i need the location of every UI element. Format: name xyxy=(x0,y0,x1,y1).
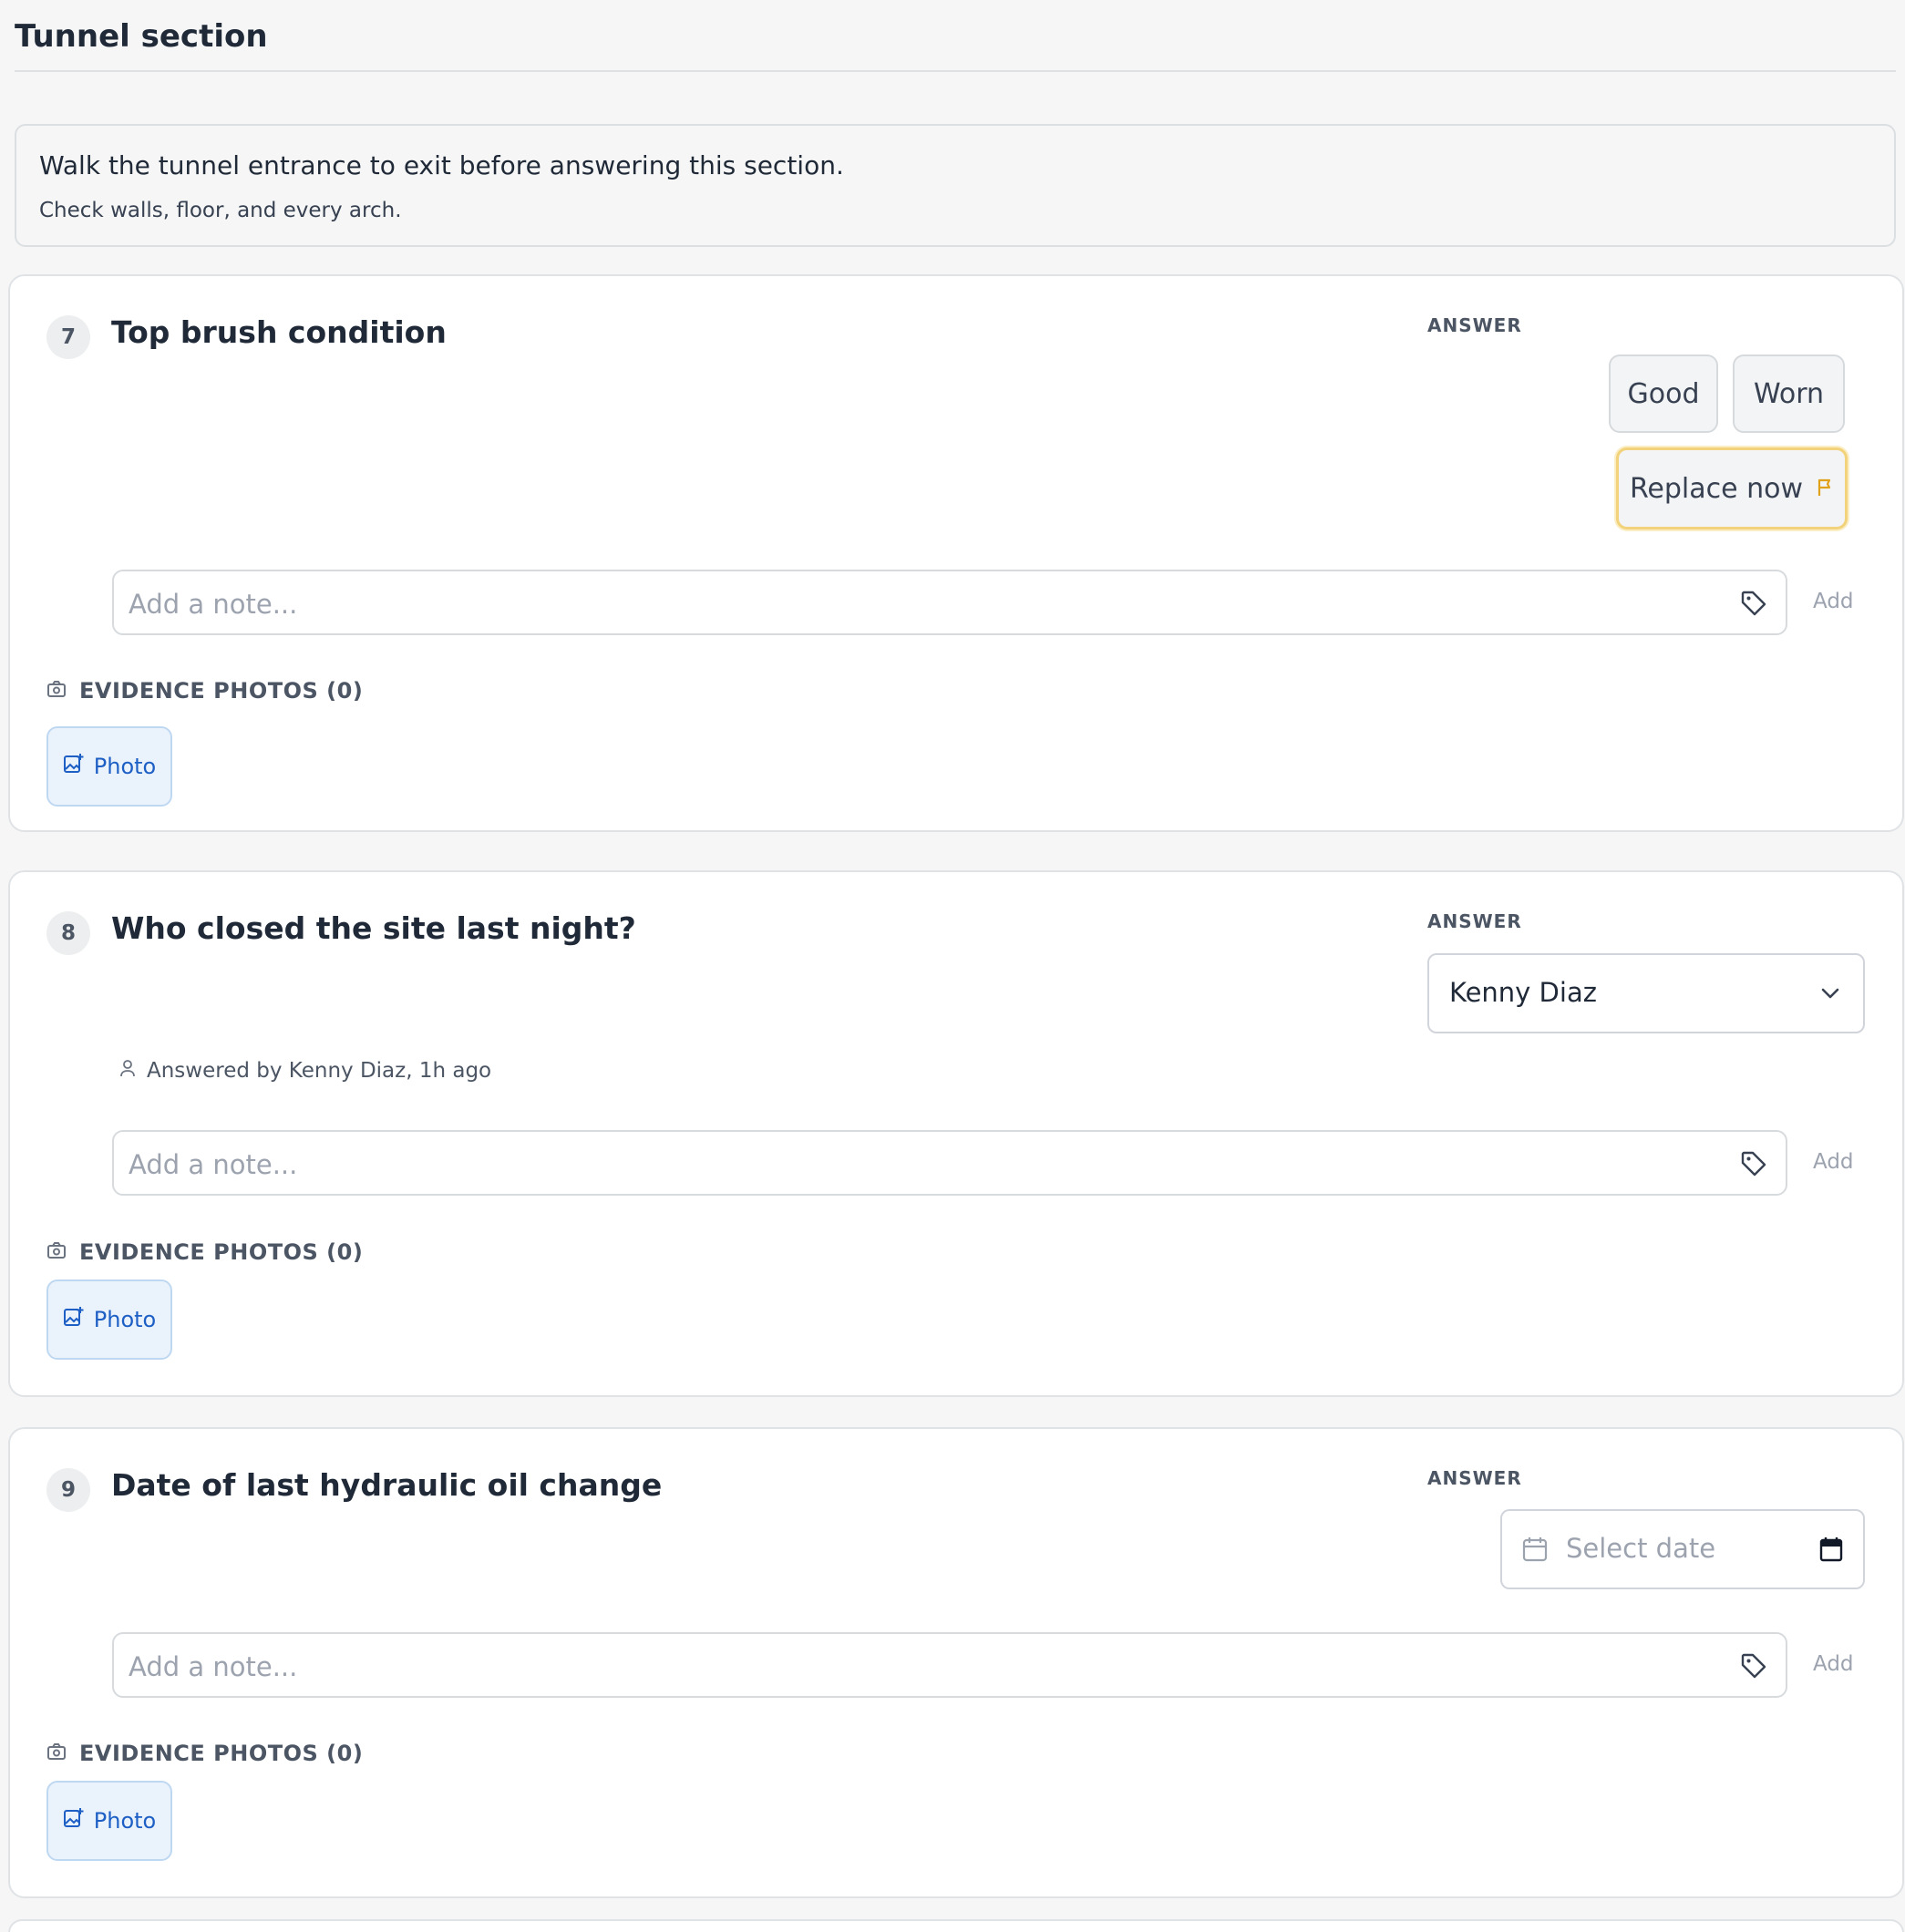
question-number: 9 xyxy=(46,1468,90,1512)
next-card-edge xyxy=(8,1919,1904,1932)
flag-icon xyxy=(1816,473,1834,505)
note-placeholder: Add a note... xyxy=(129,1651,298,1682)
chevron-down-icon xyxy=(1817,981,1843,1010)
question-title: Top brush condition xyxy=(111,314,447,350)
note-input[interactable]: Add a note... xyxy=(112,1130,1787,1196)
answered-by-text: Answered by Kenny Diaz, 1h ago xyxy=(147,1059,492,1083)
section-title: Tunnel section xyxy=(15,18,268,55)
option-worn-button[interactable]: Worn xyxy=(1733,355,1845,433)
tag-icon[interactable] xyxy=(1740,590,1767,621)
question-number: 7 xyxy=(46,315,90,359)
option-label: Replace now xyxy=(1629,472,1804,505)
instructions-main: Walk the tunnel entrance to exit before … xyxy=(39,150,844,180)
add-photo-button[interactable]: Photo xyxy=(46,1781,172,1861)
option-replace-now-button[interactable]: Replace now xyxy=(1616,447,1848,529)
question-title: Who closed the site last night? xyxy=(111,910,636,946)
note-placeholder: Add a note... xyxy=(129,589,298,620)
option-label: Worn xyxy=(1753,377,1825,410)
evidence-photos-label: EVIDENCE PHOTOS (0) xyxy=(79,678,364,704)
selected-value: Kenny Diaz xyxy=(1449,977,1597,1008)
date-placeholder: Select date xyxy=(1566,1533,1716,1564)
note-input[interactable]: Add a note... xyxy=(112,570,1787,635)
answered-by: Answered by Kenny Diaz, 1h ago xyxy=(119,1059,491,1083)
camera-icon xyxy=(46,1239,67,1265)
image-plus-icon xyxy=(63,753,85,780)
note-input[interactable]: Add a note... xyxy=(112,1632,1787,1698)
answer-label: ANSWER xyxy=(1427,910,1522,932)
photo-label: Photo xyxy=(93,1808,157,1834)
question-card-9: 9 Date of last hydraulic oil change ANSW… xyxy=(8,1427,1904,1898)
add-photo-button[interactable]: Photo xyxy=(46,1279,172,1360)
tag-icon[interactable] xyxy=(1740,1150,1767,1181)
question-number: 8 xyxy=(46,911,90,955)
camera-icon xyxy=(46,678,67,704)
tag-icon[interactable] xyxy=(1740,1652,1767,1683)
image-plus-icon xyxy=(63,1807,85,1834)
date-input[interactable]: Select date xyxy=(1500,1509,1865,1589)
question-card-8: 8 Who closed the site last night? ANSWER… xyxy=(8,870,1904,1397)
add-note-button[interactable]: Add xyxy=(1813,1150,1854,1174)
camera-icon xyxy=(46,1741,67,1766)
section-instructions: Walk the tunnel entrance to exit before … xyxy=(15,124,1896,247)
evidence-photos-header: EVIDENCE PHOTOS (0) xyxy=(46,1741,363,1766)
photo-label: Photo xyxy=(93,754,157,779)
photo-label: Photo xyxy=(93,1307,157,1332)
answer-select[interactable]: Kenny Diaz xyxy=(1427,953,1865,1033)
evidence-photos-label: EVIDENCE PHOTOS (0) xyxy=(79,1741,364,1766)
add-photo-button[interactable]: Photo xyxy=(46,726,172,807)
answer-label: ANSWER xyxy=(1427,314,1522,336)
instructions-sub: Check walls, floor, and every arch. xyxy=(39,199,402,222)
user-icon xyxy=(119,1059,136,1083)
option-good-button[interactable]: Good xyxy=(1609,355,1718,433)
question-title: Date of last hydraulic oil change xyxy=(111,1467,663,1503)
evidence-photos-header: EVIDENCE PHOTOS (0) xyxy=(46,1239,363,1265)
answer-label: ANSWER xyxy=(1427,1467,1522,1489)
calendar-icon xyxy=(1522,1536,1548,1567)
image-plus-icon xyxy=(63,1306,85,1333)
evidence-photos-label: EVIDENCE PHOTOS (0) xyxy=(79,1239,364,1265)
section-divider xyxy=(15,70,1896,72)
note-placeholder: Add a note... xyxy=(129,1149,298,1180)
option-label: Good xyxy=(1627,377,1700,410)
evidence-photos-header: EVIDENCE PHOTOS (0) xyxy=(46,678,363,704)
add-note-button[interactable]: Add xyxy=(1813,590,1854,613)
add-note-button[interactable]: Add xyxy=(1813,1652,1854,1676)
question-card-7: 7 Top brush condition ANSWER Good Worn R… xyxy=(8,274,1904,832)
calendar-picker-icon[interactable] xyxy=(1819,1536,1843,1566)
